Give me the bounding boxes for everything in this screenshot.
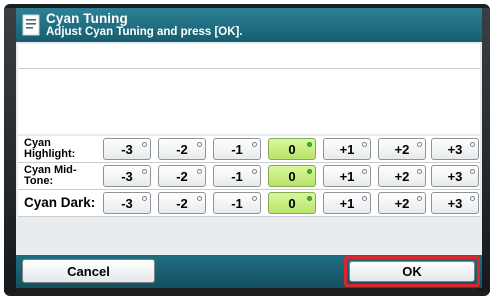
row-label-cyan-dark: Cyan Dark: xyxy=(24,195,96,210)
dark-option-minus3[interactable]: -3 xyxy=(103,192,151,214)
radio-indicator-icon xyxy=(417,169,422,174)
page-instructions: Adjust Cyan Tuning and press [OK]. xyxy=(46,26,243,38)
radio-selected-icon xyxy=(307,142,312,147)
row-cyan-mid-tone: Cyan Mid- Tone: -3 -2 -1 0 +1 +2 +3 xyxy=(18,163,480,190)
midtone-option-minus2[interactable]: -2 xyxy=(158,165,206,187)
highlight-option-plus3[interactable]: +3 xyxy=(431,138,479,160)
page-title: Cyan Tuning xyxy=(46,11,128,26)
midtone-option-plus1[interactable]: +1 xyxy=(323,165,371,187)
radio-indicator-icon xyxy=(362,196,367,201)
row-label-cyan-mid-tone: Cyan Mid- Tone: xyxy=(24,165,77,187)
radio-indicator-icon xyxy=(142,196,147,201)
radio-indicator-icon xyxy=(197,196,202,201)
row-label-line2: Tone: xyxy=(24,175,54,187)
midtone-option-0[interactable]: 0 xyxy=(268,165,316,187)
highlight-option-plus2[interactable]: +2 xyxy=(378,138,426,160)
radio-indicator-icon xyxy=(362,169,367,174)
row-cyan-dark: Cyan Dark: -3 -2 -1 0 +1 +2 +3 xyxy=(18,190,480,217)
row-cyan-highlight: Cyan Highlight: -3 -2 -1 0 +1 +2 +3 xyxy=(18,136,480,163)
radio-indicator-icon xyxy=(197,169,202,174)
title-bar: Cyan Tuning Adjust Cyan Tuning and press… xyxy=(16,8,482,42)
radio-indicator-icon xyxy=(197,142,202,147)
row-label-line2: Highlight: xyxy=(24,148,76,160)
cancel-button[interactable]: Cancel xyxy=(22,259,155,283)
highlight-option-minus2[interactable]: -2 xyxy=(158,138,206,160)
highlight-option-minus3[interactable]: -3 xyxy=(103,138,151,160)
dark-option-plus1[interactable]: +1 xyxy=(323,192,371,214)
highlight-option-0[interactable]: 0 xyxy=(268,138,316,160)
radio-indicator-icon xyxy=(470,196,475,201)
dark-option-0[interactable]: 0 xyxy=(268,192,316,214)
row-label-cyan-highlight: Cyan Highlight: xyxy=(24,138,75,160)
footer-bar: Cancel OK xyxy=(16,255,482,288)
midtone-option-plus2[interactable]: +2 xyxy=(378,165,426,187)
radio-indicator-icon xyxy=(470,142,475,147)
radio-indicator-icon xyxy=(470,169,475,174)
midtone-option-minus3[interactable]: -3 xyxy=(103,165,151,187)
highlight-option-plus1[interactable]: +1 xyxy=(323,138,371,160)
dark-option-plus3[interactable]: +3 xyxy=(431,192,479,214)
radio-indicator-icon xyxy=(142,169,147,174)
ok-button[interactable]: OK xyxy=(349,261,475,282)
divider xyxy=(18,68,480,69)
radio-indicator-icon xyxy=(142,142,147,147)
highlight-option-minus1[interactable]: -1 xyxy=(213,138,261,160)
dark-option-plus2[interactable]: +2 xyxy=(378,192,426,214)
dark-option-minus2[interactable]: -2 xyxy=(158,192,206,214)
radio-indicator-icon xyxy=(362,142,367,147)
radio-indicator-icon xyxy=(252,142,257,147)
dark-option-minus1[interactable]: -1 xyxy=(213,192,261,214)
message-area xyxy=(18,44,480,134)
touch-screen: Cyan Tuning Adjust Cyan Tuning and press… xyxy=(16,8,482,288)
midtone-option-minus1[interactable]: -1 xyxy=(213,165,261,187)
radio-selected-icon xyxy=(307,196,312,201)
radio-indicator-icon xyxy=(417,196,422,201)
radio-indicator-icon xyxy=(417,142,422,147)
document-icon xyxy=(22,14,40,36)
panel-bezel-left xyxy=(4,8,16,292)
radio-indicator-icon xyxy=(252,196,257,201)
midtone-option-plus3[interactable]: +3 xyxy=(431,165,479,187)
radio-indicator-icon xyxy=(252,169,257,174)
radio-selected-icon xyxy=(307,169,312,174)
